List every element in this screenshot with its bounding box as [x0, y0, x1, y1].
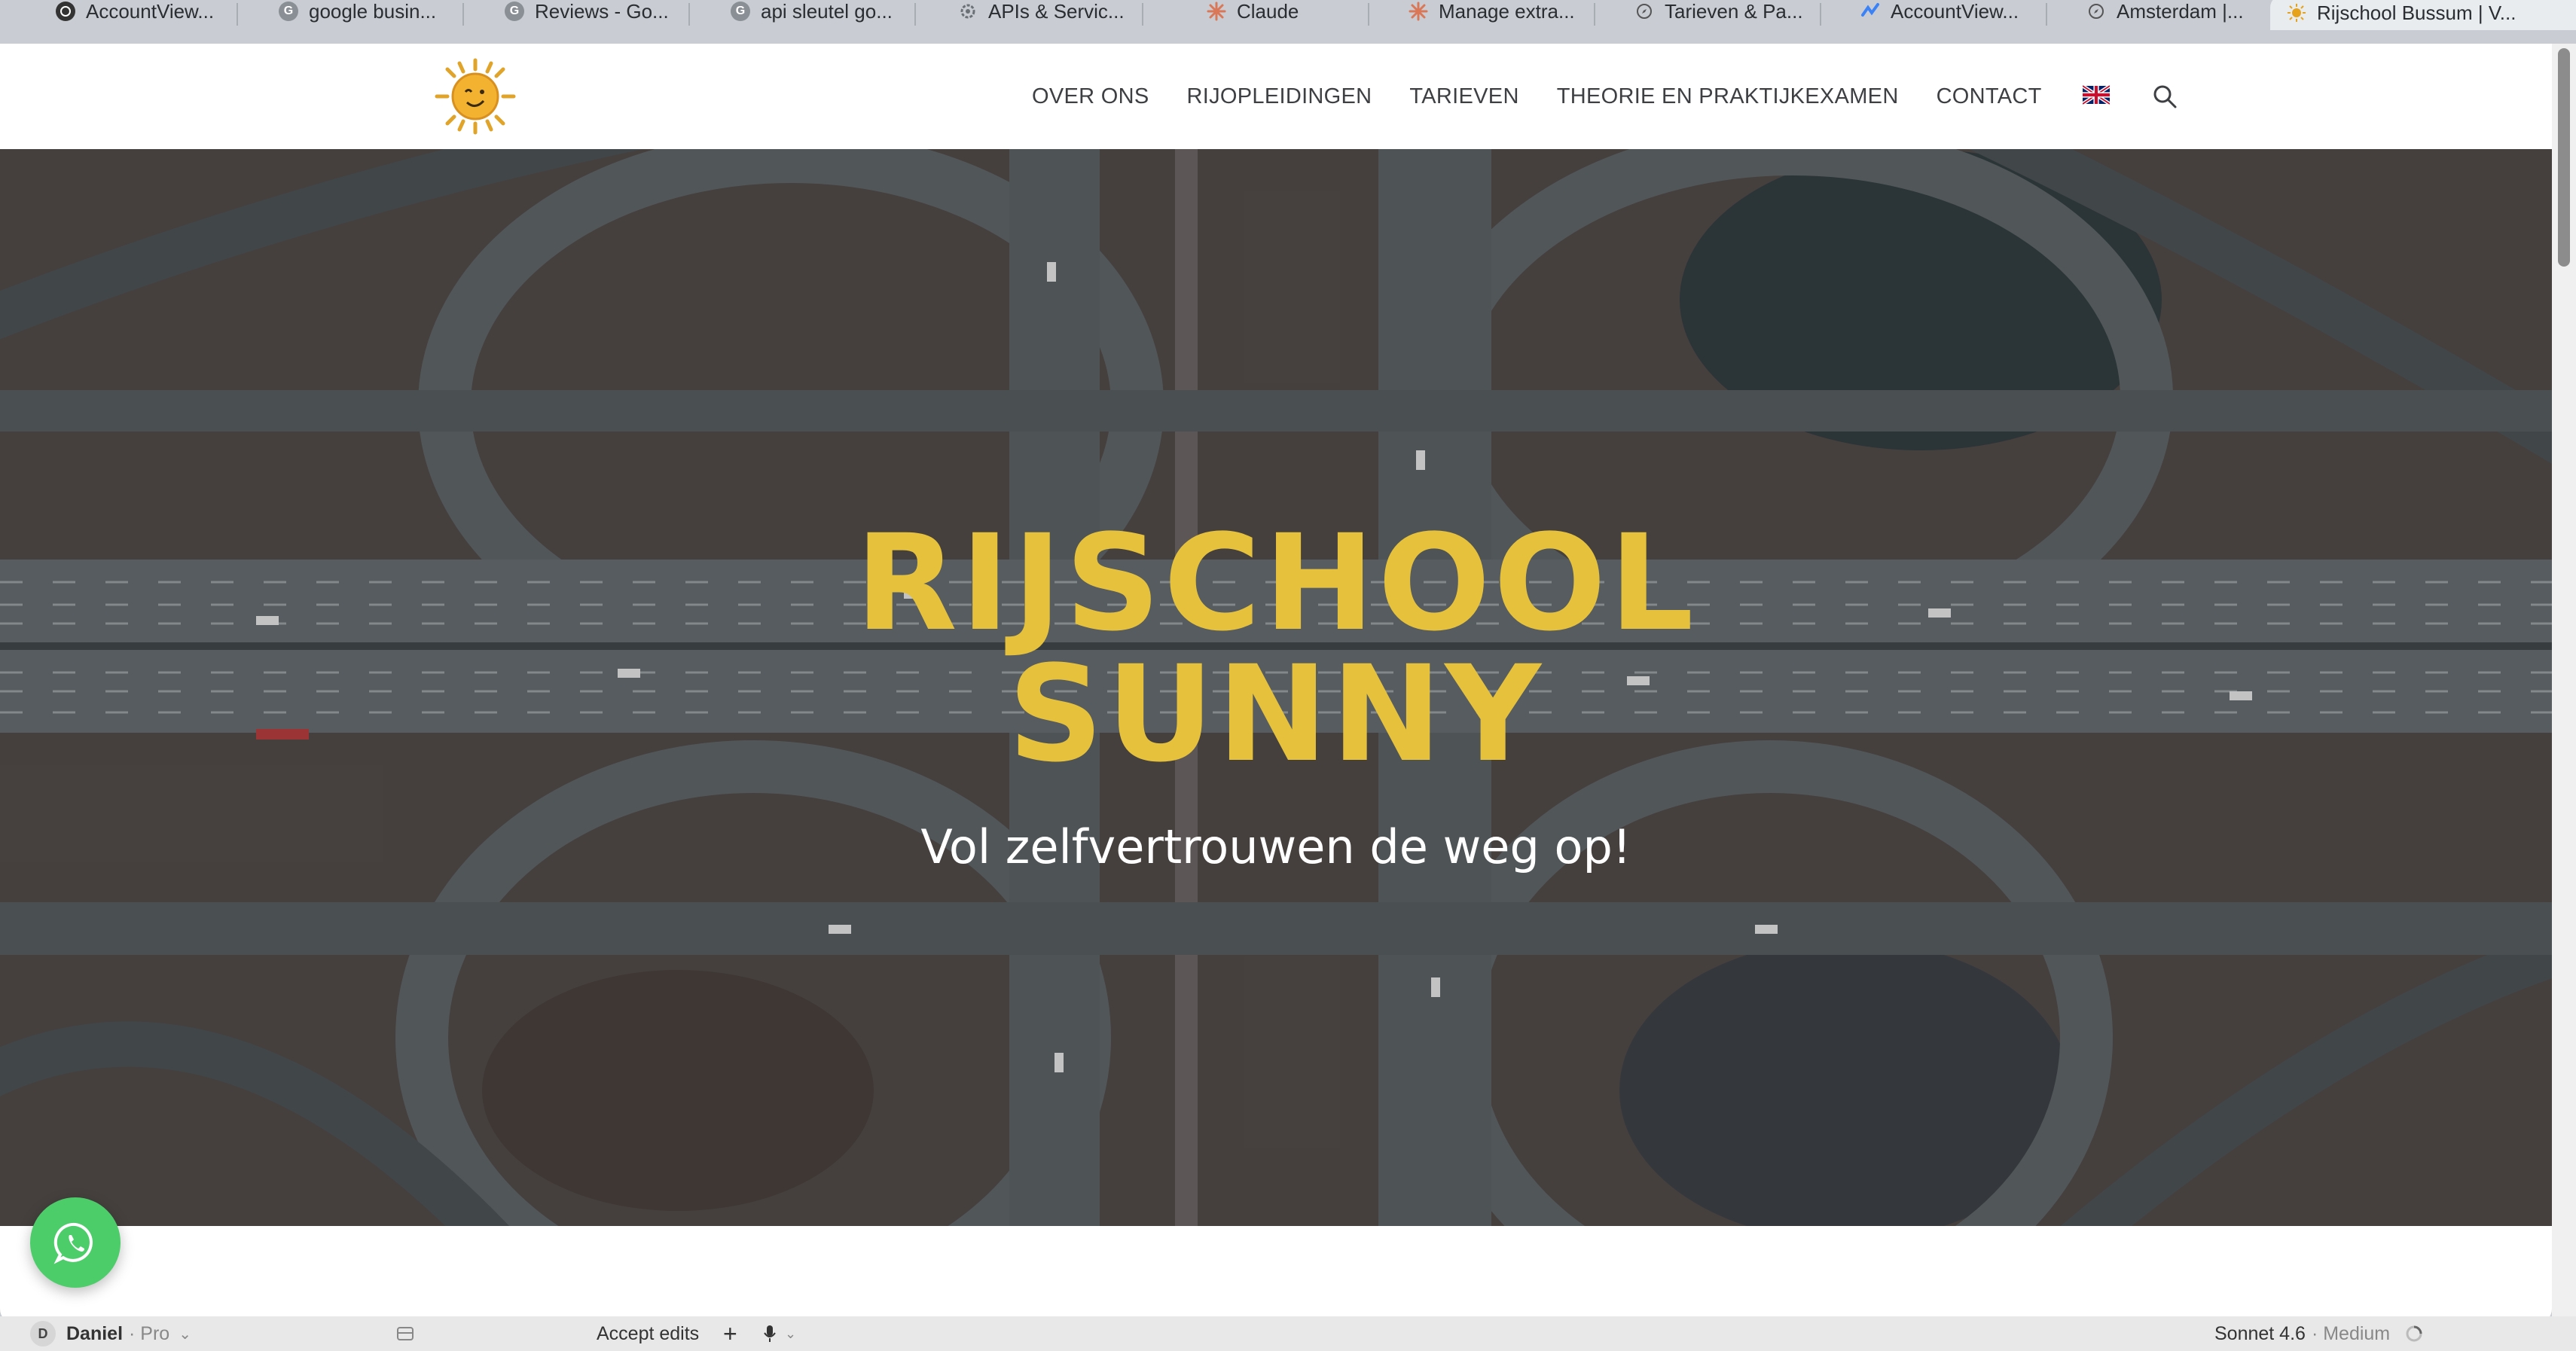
loading-spinner-icon: [2405, 1325, 2423, 1343]
site-header: OVER ONS RIJOPLEIDINGEN TARIEVEN THEORIE…: [0, 44, 2552, 149]
hero-title: RIJSCHOOL SUNNY: [855, 506, 1697, 791]
browser-tab-strip: AccountView... Ggoogle busin... G Reviews…: [0, 0, 2576, 44]
sunny-logo[interactable]: [429, 57, 521, 136]
google-icon: G: [505, 2, 524, 21]
tab-divider: [688, 3, 690, 26]
add-icon[interactable]: +: [723, 1316, 737, 1351]
tab-divider: [462, 3, 464, 26]
hero-subtitle: Vol zelfvertrouwen de weg op!: [920, 819, 1631, 874]
model-selector[interactable]: Sonnet 4.6 · Medium: [2214, 1316, 2423, 1351]
claude-icon: [1207, 2, 1226, 21]
bottom-app-bar: D Daniel · Pro ⌄ Accept edits + ⌄ Sonnet…: [0, 1316, 2576, 1351]
nav-link-rijopleidingen[interactable]: RIJOPLEIDINGEN: [1187, 84, 1372, 109]
browser-tab[interactable]: Amsterdam |...: [2086, 0, 2267, 23]
claude-icon: [1409, 2, 1428, 21]
microphone-icon[interactable]: ⌄: [762, 1316, 796, 1351]
sun-logo-icon: [435, 58, 516, 135]
browser-tab[interactable]: Ggoogle busin...: [279, 0, 459, 23]
web-page-viewport: OVER ONS RIJOPLEIDINGEN TARIEVEN THEORIE…: [0, 44, 2552, 1324]
google-icon: G: [731, 2, 750, 21]
nav-link-tarieven[interactable]: TARIEVEN: [1409, 84, 1518, 109]
main-nav: OVER ONS RIJOPLEIDINGEN TARIEVEN THEORIE…: [1032, 44, 2178, 149]
tab-divider: [914, 3, 916, 26]
browser-tab[interactable]: AccountView...: [1860, 0, 2041, 23]
tab-divider: [1368, 3, 1369, 26]
google-icon: G: [279, 2, 298, 21]
uk-flag-icon[interactable]: [2081, 84, 2111, 108]
sun-icon: [2287, 3, 2306, 23]
whatsapp-icon: [53, 1222, 93, 1264]
compass-icon: [1634, 2, 1654, 21]
browser-tab[interactable]: Tarieven & Pa...: [1634, 0, 1815, 23]
browser-tab[interactable]: APIs & Servic...: [958, 0, 1139, 23]
user-name: Daniel: [66, 1322, 124, 1344]
tab-divider: [1142, 3, 1143, 26]
tab-divider: [1594, 3, 1595, 26]
accept-edits-button[interactable]: Accept edits: [597, 1316, 699, 1351]
nav-link-contact[interactable]: CONTACT: [1937, 84, 2042, 109]
user-plan: · Pro: [129, 1322, 170, 1344]
nav-link-over-ons[interactable]: OVER ONS: [1032, 84, 1149, 109]
hero-section: RIJSCHOOL SUNNY Vol zelfvertrouwen de we…: [0, 149, 2552, 1226]
gear-icon: [958, 2, 978, 21]
chevron-down-icon: ⌄: [785, 1325, 797, 1341]
tab-divider: [237, 3, 238, 26]
accountview-icon: [1860, 2, 1880, 21]
tab-divider: [1820, 3, 1821, 26]
browser-tab[interactable]: Claude: [1207, 0, 1357, 23]
browser-tab-active[interactable]: Rijschool Bussum | V...: [2270, 0, 2576, 30]
scrollbar-thumb[interactable]: [2558, 48, 2570, 267]
whatsapp-button[interactable]: [30, 1197, 121, 1288]
browser-tab[interactable]: Manage extra...: [1409, 0, 1589, 23]
sidebar-toggle-icon[interactable]: [396, 1316, 414, 1351]
browser-tab[interactable]: Gapi sleutel go...: [731, 0, 911, 23]
avatar: D: [30, 1321, 56, 1346]
tab-divider: [2046, 3, 2047, 26]
browser-tab[interactable]: AccountView...: [56, 0, 229, 23]
chevron-down-icon: ⌄: [179, 1325, 191, 1343]
page-scrollbar[interactable]: [2552, 44, 2576, 1324]
openai-icon: [56, 2, 75, 21]
browser-tab[interactable]: G Reviews - Go...: [505, 0, 685, 23]
search-icon[interactable]: [2152, 84, 2178, 109]
nav-link-theorie-en-praktijkexamen[interactable]: THEORIE EN PRAKTIJKEXAMEN: [1557, 84, 1899, 109]
compass-icon: [2086, 2, 2106, 21]
user-menu[interactable]: D Daniel · Pro ⌄: [30, 1316, 191, 1351]
